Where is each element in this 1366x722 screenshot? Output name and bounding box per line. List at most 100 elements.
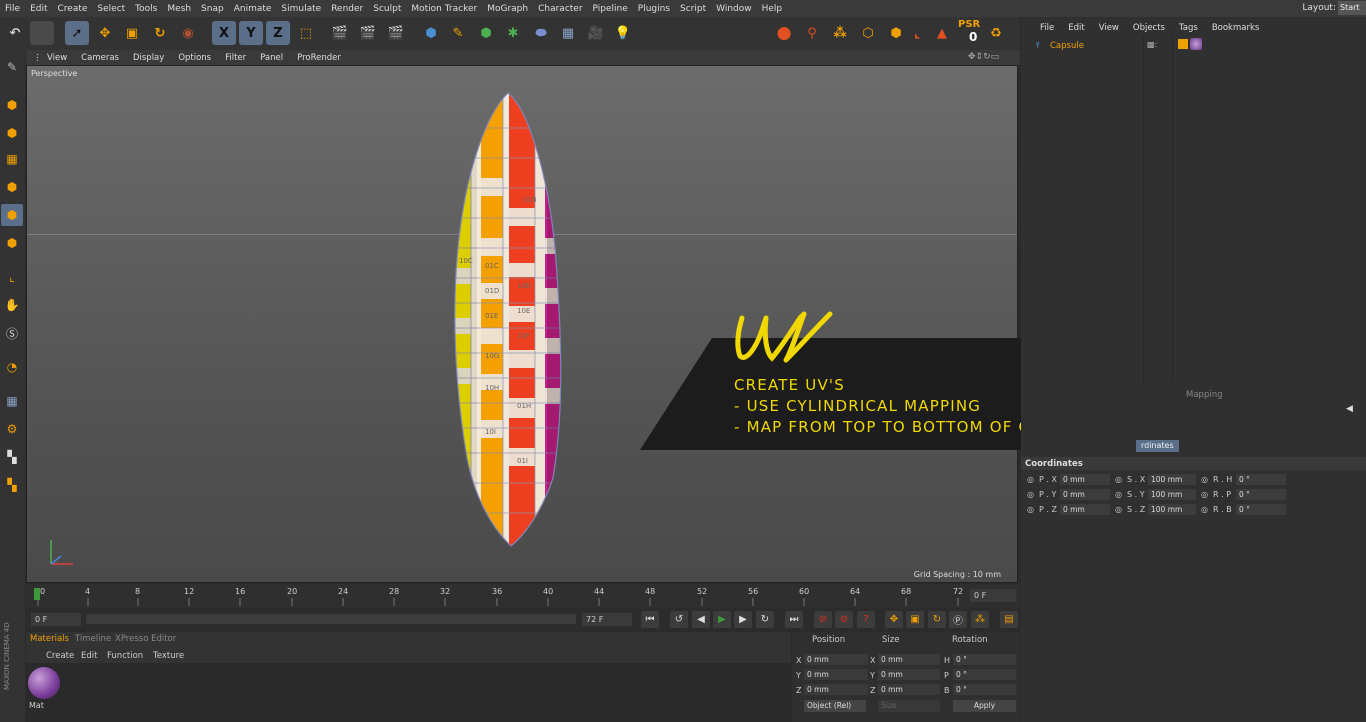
coord-pos-y-field[interactable]: 0 mm bbox=[804, 669, 868, 680]
menu-create[interactable]: Create bbox=[53, 4, 93, 14]
axis-x-button[interactable]: X bbox=[212, 21, 236, 45]
material-menu-function[interactable]: Function bbox=[107, 651, 143, 661]
material-menu-create[interactable]: Create bbox=[46, 651, 74, 661]
attr-rb-field[interactable]: 0 ° bbox=[1236, 504, 1286, 515]
coord-pos-x-field[interactable]: 0 mm bbox=[804, 654, 868, 665]
pen-icon[interactable]: ✎ bbox=[446, 21, 470, 45]
radio-icon[interactable]: ◎ bbox=[1115, 490, 1122, 499]
menu-tools[interactable]: Tools bbox=[130, 4, 162, 14]
axis-side-icon[interactable]: ⌞ bbox=[1, 266, 23, 288]
attr-px-field[interactable]: 0 mm bbox=[1060, 474, 1110, 485]
workplane-icon[interactable]: ⚲ bbox=[800, 21, 824, 45]
keyframe-selection-icon[interactable]: ? bbox=[857, 611, 875, 628]
object-menu-view[interactable]: View bbox=[1092, 23, 1126, 33]
redo-icon[interactable] bbox=[30, 21, 54, 45]
radio-icon[interactable]: ◎ bbox=[1027, 505, 1034, 514]
record-icon[interactable]: ⊘ bbox=[814, 611, 832, 628]
autokey-icon[interactable]: ⊘ bbox=[835, 611, 853, 628]
menu-snap[interactable]: Snap bbox=[196, 4, 229, 14]
attr-rp-field[interactable]: 0 ° bbox=[1236, 489, 1286, 500]
live-selection-icon[interactable]: ➚ bbox=[65, 21, 89, 45]
radio-icon[interactable]: ◎ bbox=[1201, 505, 1208, 514]
object-menu-tags[interactable]: Tags bbox=[1172, 23, 1205, 33]
menu-script[interactable]: Script bbox=[675, 4, 711, 14]
render-side-icon[interactable]: ▚ bbox=[1, 474, 23, 496]
previous-key-icon[interactable]: ↺ bbox=[670, 611, 688, 628]
cloner-icon[interactable]: ✱ bbox=[501, 21, 525, 45]
rotate-icon[interactable]: ↻ bbox=[148, 21, 172, 45]
material-swatch[interactable] bbox=[28, 667, 60, 699]
attr-rh-field[interactable]: 0 ° bbox=[1236, 474, 1286, 485]
coord-size-y-field[interactable]: 0 mm bbox=[878, 669, 940, 680]
previous-frame-icon[interactable]: ◀ bbox=[692, 611, 710, 628]
workplane-side-icon[interactable]: ▦ bbox=[1, 148, 23, 170]
scale-icon[interactable]: ▣ bbox=[120, 21, 144, 45]
frame-range-slider[interactable] bbox=[86, 614, 576, 624]
menu-render[interactable]: Render bbox=[326, 4, 368, 14]
points-side-icon[interactable]: ⬢ bbox=[1, 176, 23, 198]
coord-rot-h-field[interactable]: 0 ° bbox=[953, 654, 1016, 665]
coord-mode-dropdown[interactable]: Object (Rel) bbox=[804, 700, 866, 712]
axis-z-button[interactable]: Z bbox=[266, 21, 290, 45]
coord-rot-p-field[interactable]: 0 ° bbox=[953, 669, 1016, 680]
object-menu-objects[interactable]: Objects bbox=[1126, 23, 1172, 33]
menu-mograph[interactable]: MoGraph bbox=[482, 4, 533, 14]
edges-side-icon[interactable]: ⬢ bbox=[1, 232, 23, 254]
menu-character[interactable]: Character bbox=[533, 4, 587, 14]
key-scale-icon[interactable]: ▣ bbox=[906, 611, 924, 628]
attribute-tab-coordinates[interactable]: rdinates bbox=[1136, 440, 1179, 452]
deformer-icon[interactable]: ⬬ bbox=[529, 21, 553, 45]
capsule-object[interactable]: 01B 10C 01C 10D 01D 10E 01E 10F 10G 10H … bbox=[437, 88, 587, 548]
material-name[interactable]: Mat bbox=[29, 701, 44, 710]
subdivision-icon[interactable]: ⬢ bbox=[474, 21, 498, 45]
viewport[interactable]: Perspective 01B 10C 01C 10D 01D 10E 01E … bbox=[26, 65, 1018, 583]
material-tag-icon[interactable] bbox=[1190, 38, 1202, 50]
visibility-icon[interactable]: ▩: bbox=[1147, 40, 1157, 49]
coord-size-x-field[interactable]: 0 mm bbox=[878, 654, 940, 665]
coord-pos-z-field[interactable]: 0 mm bbox=[804, 684, 868, 695]
menu-sculpt[interactable]: Sculpt bbox=[368, 4, 406, 14]
timeline-ruler[interactable]: 0 4 8 12 16 20 24 28 32 36 40 44 48 52 5… bbox=[26, 584, 1020, 608]
current-frame-field[interactable]: 0 F bbox=[970, 589, 1016, 602]
cube-icon[interactable]: ⬢ bbox=[419, 21, 443, 45]
snap-side-icon[interactable]: ◔ bbox=[1, 356, 23, 378]
axis-mode-icon[interactable]: ⌞ bbox=[905, 21, 929, 45]
menu-motion-tracker[interactable]: Motion Tracker bbox=[406, 4, 482, 14]
radio-icon[interactable]: ◎ bbox=[1027, 490, 1034, 499]
attr-sy-field[interactable]: 100 mm bbox=[1148, 489, 1196, 500]
play-icon[interactable]: ▶ bbox=[713, 611, 731, 628]
menu-animate[interactable]: Animate bbox=[229, 4, 277, 14]
axis-y-button[interactable]: Y bbox=[239, 21, 263, 45]
polygons-side-icon[interactable]: ⬢ bbox=[1, 204, 23, 226]
planar-workplane-icon[interactable]: ⚙ bbox=[1, 418, 23, 440]
points-mode-icon[interactable]: ⁂ bbox=[828, 21, 852, 45]
menu-window[interactable]: Window bbox=[711, 4, 757, 14]
camera-icon[interactable]: 🎥 bbox=[584, 21, 608, 45]
viewport-menu-options[interactable]: Options bbox=[171, 53, 218, 63]
coord-size-z-field[interactable]: 0 mm bbox=[878, 684, 940, 695]
material-menu-texture[interactable]: Texture bbox=[153, 651, 184, 661]
object-menu-file[interactable]: File bbox=[1033, 23, 1061, 33]
end-frame-field[interactable]: 72 F bbox=[582, 613, 632, 626]
undo-icon[interactable]: ↶ bbox=[3, 21, 27, 45]
texture-mode-icon[interactable]: ▲ bbox=[930, 21, 954, 45]
viewport-menu-panel[interactable]: Panel bbox=[253, 53, 290, 63]
radio-icon[interactable]: ◎ bbox=[1201, 490, 1208, 499]
render-settings-icon[interactable]: 🎬 bbox=[384, 21, 408, 45]
object-capsule[interactable]: Capsule bbox=[1050, 41, 1084, 51]
make-editable-icon[interactable]: ✎ bbox=[1, 56, 23, 78]
viewport-nav-icons[interactable]: ✥⇕↻▭ bbox=[968, 52, 999, 62]
key-parameter-icon[interactable]: Ⓟ bbox=[949, 611, 967, 628]
tab-timeline[interactable]: Timeline bbox=[75, 634, 111, 644]
last-tool-icon[interactable]: ◉ bbox=[176, 21, 200, 45]
key-pla-icon[interactable]: ⁂ bbox=[971, 611, 989, 628]
layout-dropdown[interactable]: Start bbox=[1338, 1, 1366, 15]
model-mode-side-icon[interactable]: ⬢ bbox=[1, 94, 23, 116]
go-to-start-icon[interactable]: ⏮ bbox=[641, 611, 659, 628]
viewport-menu-cameras[interactable]: Cameras bbox=[74, 53, 126, 63]
coord-rot-b-field[interactable]: 0 ° bbox=[953, 684, 1016, 695]
floor-icon[interactable]: ▦ bbox=[556, 21, 580, 45]
menu-help[interactable]: Help bbox=[757, 4, 788, 14]
texture-side-icon[interactable]: ⬢ bbox=[1, 122, 23, 144]
go-to-end-icon[interactable]: ⏭ bbox=[785, 611, 803, 628]
